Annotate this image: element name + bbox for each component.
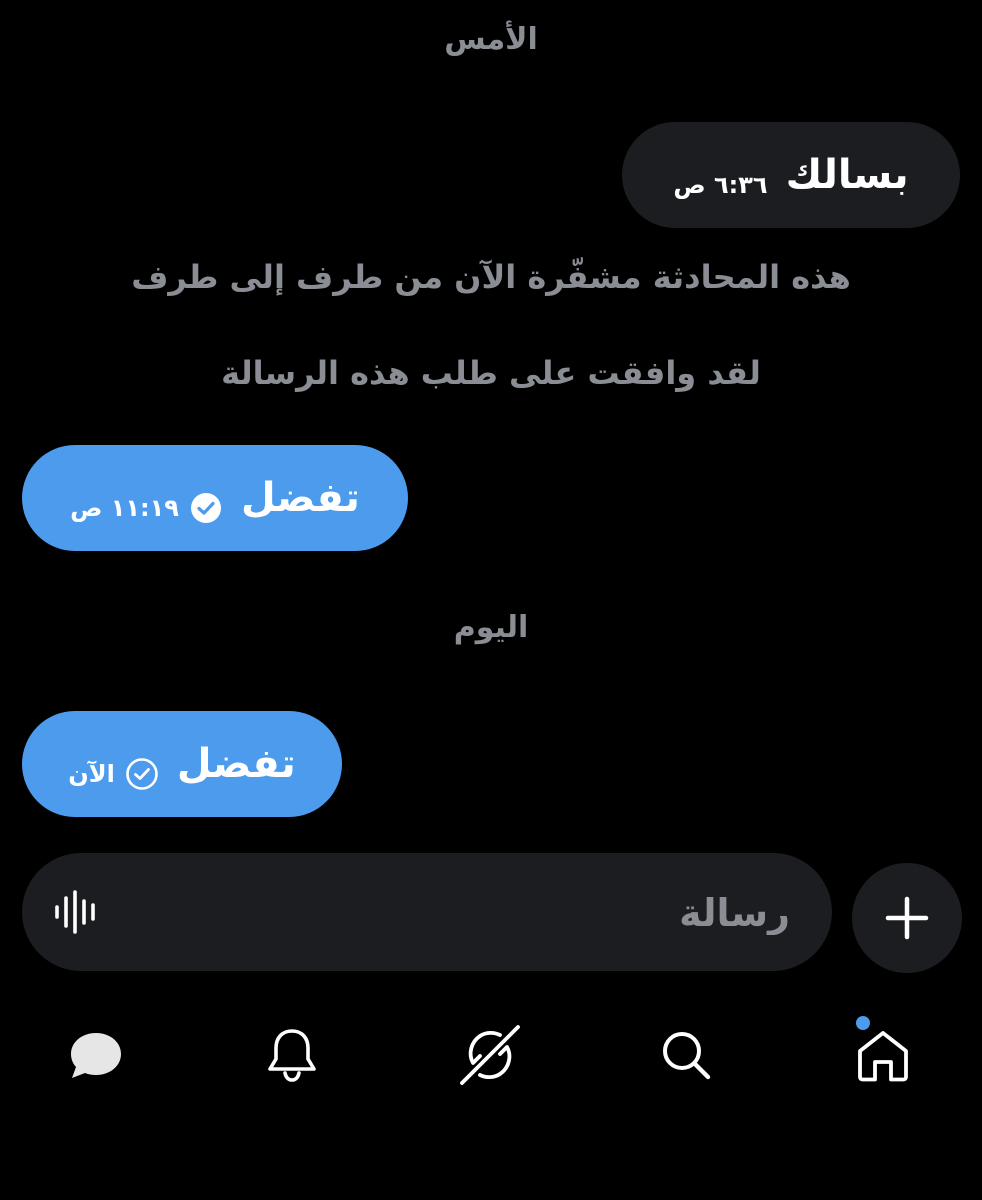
grok-icon[interactable]: [460, 1025, 520, 1085]
message-bubble-outgoing[interactable]: تفضل ١١:١٩ ص: [22, 445, 408, 551]
date-separator-yesterday: الأمس: [444, 22, 538, 57]
messages-icon[interactable]: [66, 1025, 126, 1085]
encryption-notice: هذه المحادثة مشفّرة الآن من طرف إلى طرف: [131, 258, 851, 296]
notifications-icon[interactable]: [262, 1025, 322, 1085]
message-input[interactable]: [188, 853, 792, 973]
read-check-icon: [190, 493, 221, 523]
plus-icon: [885, 896, 929, 940]
request-accepted-notice: لقد وافقت على طلب هذه الرسالة: [221, 354, 761, 392]
message-time: ٦:٣٦ ص: [673, 171, 768, 199]
message-time: ١١:١٩ ص: [70, 494, 179, 522]
message-time: الآن: [68, 760, 115, 788]
add-attachment-button[interactable]: [852, 863, 962, 973]
message-meta: ١١:١٩ ص: [70, 491, 223, 525]
date-separator-today: اليوم: [453, 610, 529, 645]
home-notification-dot: [856, 1016, 870, 1030]
home-icon[interactable]: [853, 1025, 913, 1085]
message-text: تفضل: [240, 475, 360, 521]
message-text: بسالك: [785, 152, 909, 198]
sent-check-icon: [126, 758, 158, 790]
message-meta: الآن: [68, 757, 159, 791]
bottom-navigation: [0, 1010, 982, 1100]
message-bubble-outgoing[interactable]: تفضل الآن: [22, 711, 342, 817]
message-text: تفضل: [176, 741, 296, 787]
message-bubble-incoming[interactable]: بسالك ٦:٣٦ ص: [622, 122, 960, 228]
voice-waveform-icon[interactable]: [52, 888, 100, 936]
message-composer: [22, 853, 832, 973]
search-icon[interactable]: [656, 1025, 716, 1085]
